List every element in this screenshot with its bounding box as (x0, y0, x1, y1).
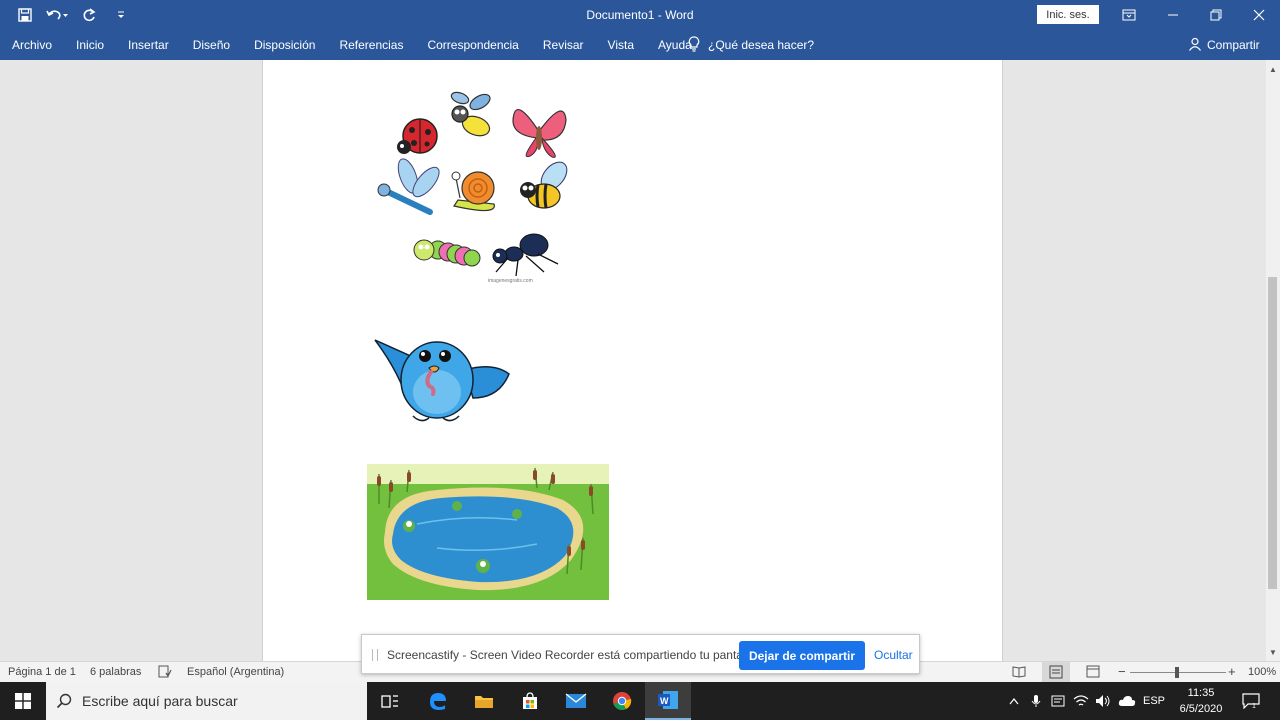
scroll-up-icon[interactable]: ▲ (1266, 62, 1280, 76)
pond-image[interactable] (367, 464, 609, 600)
proofing-icon[interactable] (158, 665, 172, 681)
print-layout-icon[interactable] (1042, 662, 1070, 682)
tab-inicio[interactable]: Inicio (64, 30, 116, 60)
onedrive-icon[interactable] (1116, 682, 1138, 720)
taskbar: Escribe aquí para buscar W ESP 11:35 6/5… (0, 682, 1280, 720)
volume-icon[interactable] (1093, 682, 1113, 720)
svg-text:W: W (660, 696, 669, 706)
wifi-icon[interactable] (1071, 682, 1091, 720)
tab-archivo[interactable]: Archivo (0, 30, 64, 60)
microphone-icon[interactable] (1026, 682, 1046, 720)
screen-share-banner: Screencastify - Screen Video Recorder es… (361, 634, 920, 674)
title-bar: Documento1 - Word Inic. ses. (0, 0, 1280, 30)
taskbar-search-box[interactable]: Escribe aquí para buscar (46, 682, 367, 720)
close-icon[interactable] (1237, 0, 1280, 30)
tell-me-box[interactable]: ¿Qué desea hacer? (688, 30, 814, 60)
file-explorer-icon[interactable] (461, 682, 507, 720)
ladybug-icon (397, 118, 438, 154)
zoom-out-button[interactable]: − (1118, 664, 1126, 679)
notification-count: 1 (1252, 703, 1256, 709)
scroll-down-icon[interactable]: ▼ (1266, 645, 1280, 659)
edge-browser-icon[interactable] (415, 682, 461, 720)
mail-icon[interactable] (553, 682, 599, 720)
input-language[interactable]: ESP (1140, 682, 1168, 720)
lightbulb-icon (688, 35, 700, 55)
ribbon-tabs: Archivo Inicio Insertar Diseño Disposici… (0, 30, 704, 60)
notification-center-icon[interactable]: 1 (1236, 682, 1266, 720)
zoom-level[interactable]: 100% (1248, 666, 1276, 678)
insects-image[interactable]: imagenesgratis.com (368, 80, 583, 290)
windows-start-icon[interactable] (0, 682, 46, 720)
web-layout-icon[interactable] (1086, 665, 1100, 681)
clock-time: 11:35 (1187, 687, 1215, 699)
tab-insertar[interactable]: Insertar (116, 30, 181, 60)
word-taskbar-icon[interactable]: W (645, 682, 691, 720)
ribbon-display-options-icon[interactable] (1107, 0, 1151, 30)
tab-disposicion[interactable]: Disposición (242, 30, 327, 60)
signin-button[interactable]: Inic. ses. (1037, 5, 1099, 24)
quick-access-toolbar (12, 4, 134, 26)
document-area: imagenesgratis.com (0, 60, 1266, 661)
drag-handle-icon[interactable] (372, 649, 378, 661)
share-label: Compartir (1207, 38, 1260, 52)
read-mode-icon[interactable] (1012, 665, 1026, 681)
show-hidden-icons-icon[interactable] (1004, 682, 1024, 720)
stop-sharing-button[interactable]: Dejar de compartir (739, 641, 865, 670)
chrome-icon[interactable] (599, 682, 645, 720)
tab-revisar[interactable]: Revisar (531, 30, 596, 60)
customize-qat-icon[interactable] (108, 4, 134, 26)
zoom-in-button[interactable]: + (1228, 664, 1236, 679)
clock[interactable]: 11:35 6/5/2020 (1172, 685, 1230, 717)
tab-vista[interactable]: Vista (596, 30, 646, 60)
share-button[interactable]: Compartir (1188, 30, 1260, 60)
word-count[interactable]: 6 palabras (90, 666, 141, 678)
task-view-icon[interactable] (367, 682, 413, 720)
zoom-slider-thumb[interactable] (1175, 667, 1179, 678)
tab-diseno[interactable]: Diseño (181, 30, 242, 60)
minimize-icon[interactable] (1151, 0, 1195, 30)
tab-referencias[interactable]: Referencias (327, 30, 415, 60)
document-page[interactable]: imagenesgratis.com (262, 60, 1003, 661)
svg-text:imagenesgratis.com: imagenesgratis.com (488, 278, 533, 284)
person-icon (1188, 37, 1202, 54)
store-icon[interactable] (507, 682, 553, 720)
redo-icon[interactable] (76, 4, 102, 26)
vertical-scrollbar[interactable]: ▲ ▼ (1266, 60, 1280, 661)
scrollbar-thumb[interactable] (1268, 277, 1277, 589)
tab-correspondencia[interactable]: Correspondencia (415, 30, 530, 60)
input-method-icon[interactable] (1048, 682, 1068, 720)
tell-me-label: ¿Qué desea hacer? (708, 38, 815, 52)
page-count[interactable]: Página 1 de 1 (8, 666, 76, 678)
language[interactable]: Español (Argentina) (187, 666, 284, 678)
undo-icon[interactable] (44, 4, 70, 26)
search-icon (46, 693, 82, 709)
screen-share-message: Screencastify - Screen Video Recorder es… (387, 648, 759, 662)
ribbon: Archivo Inicio Insertar Diseño Disposici… (0, 30, 1280, 60)
bird-image[interactable] (373, 328, 513, 428)
clock-date: 6/5/2020 (1179, 703, 1223, 715)
search-placeholder: Escribe aquí para buscar (82, 693, 238, 709)
save-icon[interactable] (12, 4, 38, 26)
restore-icon[interactable] (1194, 0, 1238, 30)
hide-banner-button[interactable]: Ocultar (874, 648, 913, 662)
